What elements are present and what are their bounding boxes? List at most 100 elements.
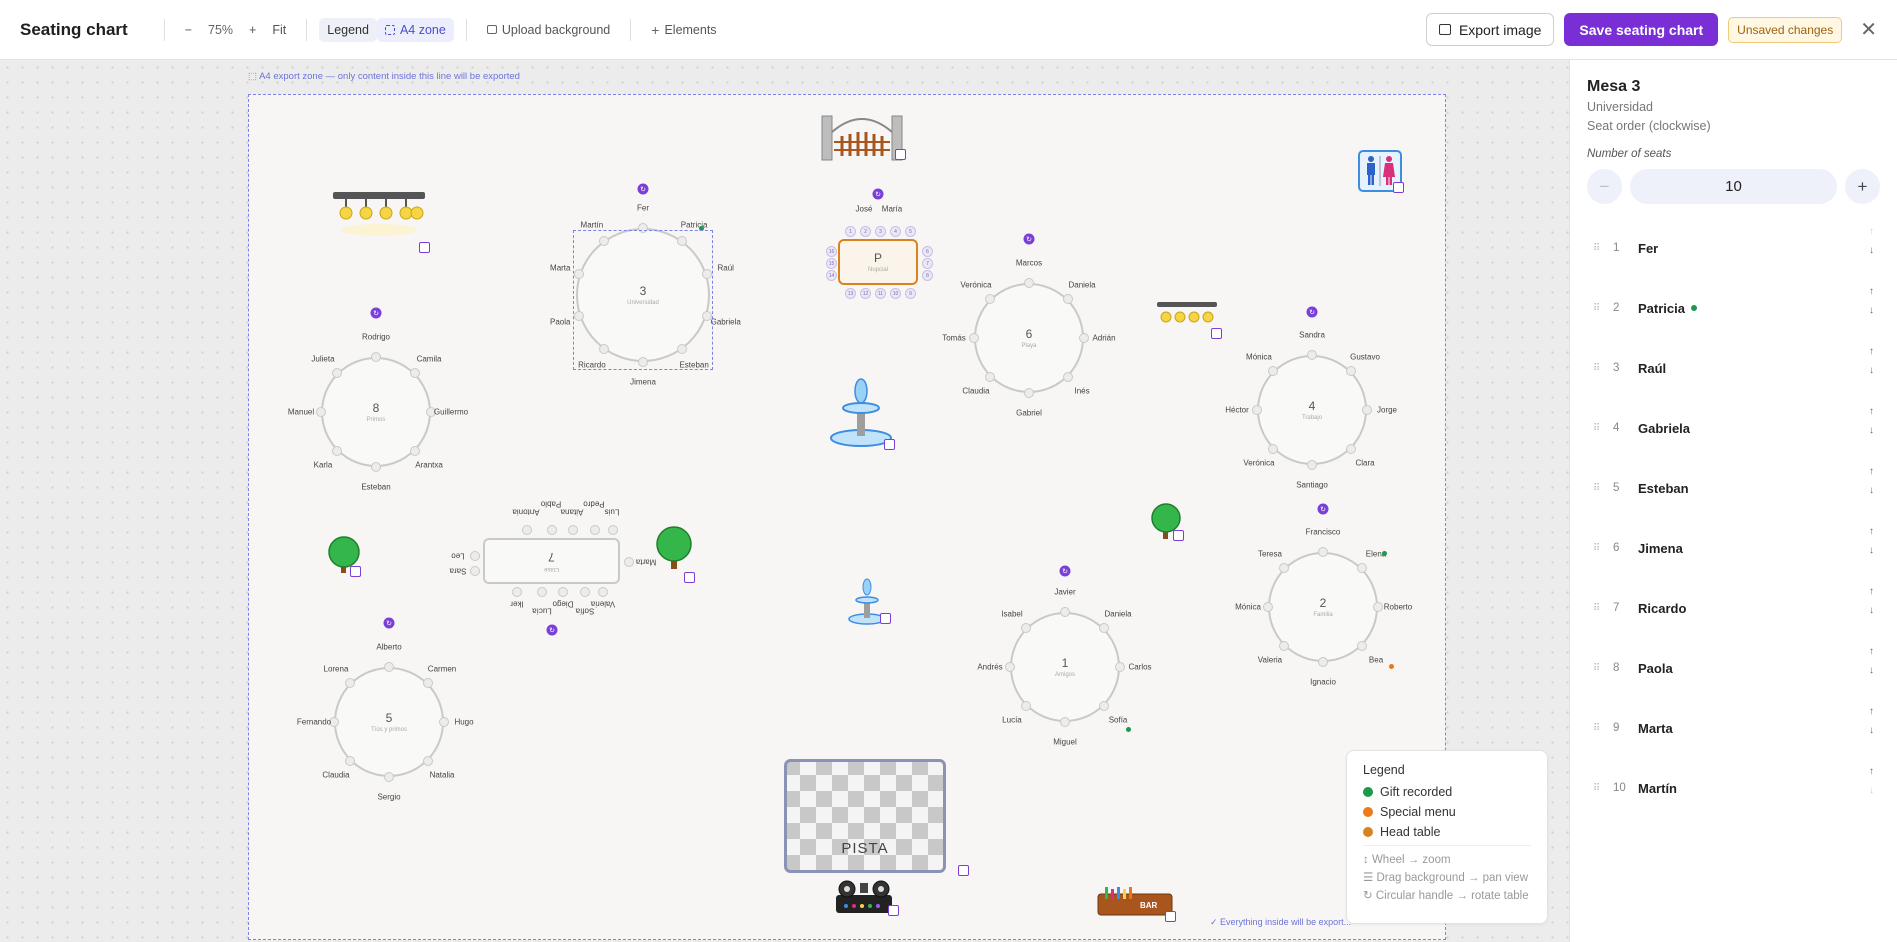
- rotate-handle-icon[interactable]: ↻: [637, 183, 649, 195]
- rotate-handle-icon[interactable]: ↻: [370, 307, 382, 319]
- seat[interactable]: [522, 525, 532, 535]
- head-seat[interactable]: 13: [845, 288, 856, 299]
- head-seat[interactable]: 14: [826, 270, 837, 281]
- seats-count[interactable]: 10: [1630, 169, 1837, 204]
- seat[interactable]: [1098, 623, 1109, 634]
- seat[interactable]: [558, 587, 568, 597]
- seat[interactable]: [969, 333, 979, 343]
- a4-zone-toggle-button[interactable]: A4 zone: [376, 17, 454, 42]
- resize-handle[interactable]: [958, 865, 969, 876]
- seat[interactable]: [1268, 443, 1279, 454]
- seat[interactable]: [1079, 333, 1089, 343]
- move-down-icon[interactable]: ↓: [1869, 725, 1874, 736]
- rotate-handle-icon[interactable]: ↻: [872, 188, 884, 200]
- save-seating-chart-button[interactable]: Save seating chart: [1564, 13, 1719, 46]
- move-up-icon[interactable]: ↑: [1869, 226, 1874, 237]
- move-up-icon[interactable]: ↑: [1869, 646, 1874, 657]
- seat[interactable]: [470, 551, 480, 561]
- head-seat[interactable]: 5: [905, 226, 916, 237]
- rotate-handle-icon[interactable]: ↻: [1306, 306, 1318, 318]
- seat[interactable]: [1307, 460, 1317, 470]
- seat[interactable]: [1263, 602, 1273, 612]
- resize-handle[interactable]: [884, 439, 895, 450]
- drag-handle-icon[interactable]: ⠿: [1593, 423, 1607, 434]
- seat[interactable]: [985, 371, 996, 382]
- seat-list-row[interactable]: ⠿ 5 Esteban ↑ ↓: [1587, 458, 1880, 518]
- seat[interactable]: [1005, 662, 1015, 672]
- move-down-icon[interactable]: ↓: [1869, 245, 1874, 256]
- seat-list-row[interactable]: ⠿ 8 Paola ↑ ↓: [1587, 638, 1880, 698]
- seat-list-row[interactable]: ⠿ 2 Patricia ↑ ↓: [1587, 278, 1880, 338]
- seat-list-row[interactable]: ⠿ 1 Fer ↑ ↓: [1587, 218, 1880, 278]
- head-seat[interactable]: 6: [922, 246, 933, 257]
- head-seat[interactable]: 11: [875, 288, 886, 299]
- seat[interactable]: [608, 525, 618, 535]
- seat-list-row[interactable]: ⠿ 4 Gabriela ↑ ↓: [1587, 398, 1880, 458]
- seat-list-row[interactable]: ⠿ 9 Marta ↑ ↓: [1587, 698, 1880, 758]
- seat[interactable]: [1356, 563, 1367, 574]
- seat[interactable]: [568, 525, 578, 535]
- head-seat[interactable]: 8: [922, 270, 933, 281]
- seating-canvas[interactable]: ⬚ A4 export zone — only content inside t…: [0, 60, 1569, 942]
- head-seat[interactable]: 10: [890, 288, 901, 299]
- head-seat[interactable]: 4: [890, 226, 901, 237]
- head-seat[interactable]: 2: [860, 226, 871, 237]
- head-seat[interactable]: 1: [845, 226, 856, 237]
- drag-handle-icon[interactable]: ⠿: [1593, 483, 1607, 494]
- move-down-icon[interactable]: ↓: [1869, 545, 1874, 556]
- drag-handle-icon[interactable]: ⠿: [1593, 783, 1607, 794]
- seat[interactable]: [1345, 443, 1356, 454]
- rotate-handle-icon[interactable]: ↻: [546, 624, 558, 636]
- seat[interactable]: [547, 525, 557, 535]
- head-seat[interactable]: 7: [922, 258, 933, 269]
- seat[interactable]: [409, 445, 420, 456]
- zoom-out-button[interactable]: −: [177, 18, 200, 42]
- move-up-icon[interactable]: ↑: [1869, 286, 1874, 297]
- head-seat[interactable]: 12: [860, 288, 871, 299]
- seat[interactable]: [439, 717, 449, 727]
- seat[interactable]: [537, 587, 547, 597]
- rotate-handle-icon[interactable]: ↻: [383, 617, 395, 629]
- seat[interactable]: [1362, 405, 1372, 415]
- seat[interactable]: [345, 755, 356, 766]
- seat[interactable]: [384, 662, 394, 672]
- seat-list-row[interactable]: ⠿ 10 Martín ↑ ↓: [1587, 758, 1880, 818]
- seat-list-row[interactable]: ⠿ 3 Raúl ↑ ↓: [1587, 338, 1880, 398]
- resize-handle[interactable]: [1165, 911, 1176, 922]
- seat[interactable]: [598, 587, 608, 597]
- close-icon[interactable]: ✕: [1860, 17, 1877, 42]
- resize-handle[interactable]: [350, 566, 361, 577]
- move-up-icon[interactable]: ↑: [1869, 766, 1874, 777]
- move-up-icon[interactable]: ↑: [1869, 346, 1874, 357]
- seat[interactable]: [1062, 371, 1073, 382]
- resize-handle[interactable]: [1211, 328, 1222, 339]
- seat[interactable]: [1024, 388, 1034, 398]
- upload-background-button[interactable]: Upload background: [479, 18, 618, 42]
- seat[interactable]: [512, 587, 522, 597]
- seat[interactable]: [1252, 405, 1262, 415]
- drag-handle-icon[interactable]: ⠿: [1593, 543, 1607, 554]
- move-down-icon[interactable]: ↓: [1869, 485, 1874, 496]
- resize-handle[interactable]: [1173, 530, 1184, 541]
- seat[interactable]: [624, 557, 634, 567]
- move-up-icon[interactable]: ↑: [1869, 526, 1874, 537]
- resize-handle[interactable]: [888, 905, 899, 916]
- seat[interactable]: [470, 566, 480, 576]
- seat[interactable]: [1024, 278, 1034, 288]
- move-up-icon[interactable]: ↑: [1869, 586, 1874, 597]
- seat[interactable]: [316, 407, 326, 417]
- head-seat[interactable]: 15: [826, 258, 837, 269]
- resize-handle[interactable]: [880, 613, 891, 624]
- resize-handle[interactable]: [1393, 182, 1404, 193]
- seat[interactable]: [1098, 700, 1109, 711]
- seat[interactable]: [371, 352, 381, 362]
- drag-handle-icon[interactable]: ⠿: [1593, 723, 1607, 734]
- rotate-handle-icon[interactable]: ↻: [1317, 503, 1329, 515]
- move-down-icon[interactable]: ↓: [1869, 785, 1874, 796]
- rotate-handle-icon[interactable]: ↻: [1059, 565, 1071, 577]
- head-seat[interactable]: 3: [875, 226, 886, 237]
- fit-button[interactable]: Fit: [264, 18, 294, 42]
- increase-seats-button[interactable]: +: [1845, 169, 1880, 204]
- seat[interactable]: [1060, 717, 1070, 727]
- seat[interactable]: [1318, 657, 1328, 667]
